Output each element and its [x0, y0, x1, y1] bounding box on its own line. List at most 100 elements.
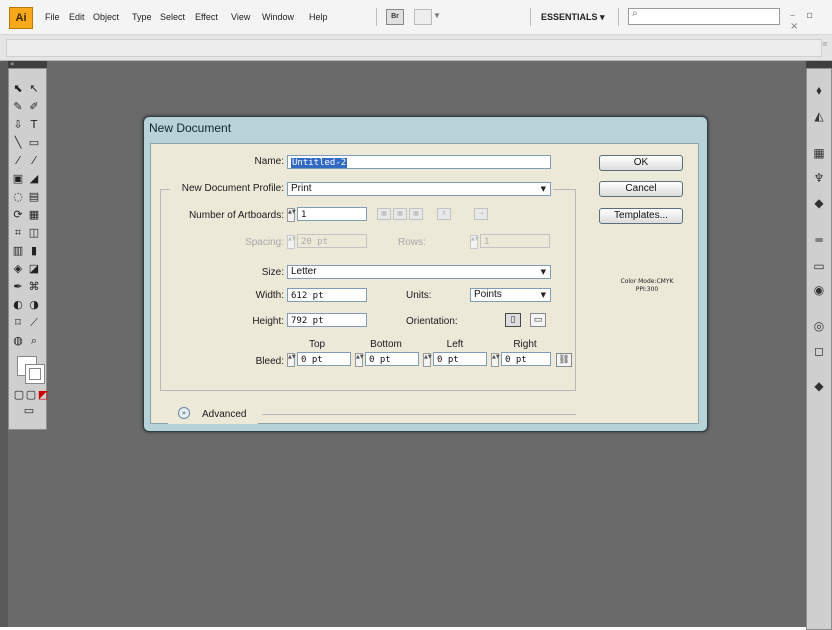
tool-6-1-icon[interactable]: ▤: [27, 190, 41, 204]
tool-12-1-icon[interactable]: ◑: [27, 298, 41, 312]
dock-panel-1-icon[interactable]: ◭: [810, 108, 828, 124]
spacing-stepper[interactable]: ▲▼: [287, 235, 296, 249]
tool-10-1-icon[interactable]: ◪: [27, 262, 41, 276]
grid-by-row-icon[interactable]: ▦: [377, 208, 391, 220]
rows-input[interactable]: 1: [480, 234, 550, 248]
tool-9-0-icon[interactable]: ▥: [11, 244, 25, 258]
tool-9-1-icon[interactable]: ▮: [27, 244, 41, 258]
menu-type[interactable]: Type: [132, 12, 152, 22]
tool-14-1-icon[interactable]: ⌕: [27, 334, 41, 348]
tool-3-1-icon[interactable]: ▭: [27, 136, 41, 150]
arrange-by-row-icon[interactable]: ▦: [409, 208, 423, 220]
dock-panel-3-icon[interactable]: ♆: [810, 170, 828, 186]
tool-13-0-icon[interactable]: ⌑: [11, 316, 25, 330]
bleed-bottom-input[interactable]: 0 pt: [365, 352, 419, 366]
units-select[interactable]: Points ▼: [470, 288, 551, 302]
tool-1-0-icon[interactable]: ✎: [11, 100, 25, 114]
cancel-button[interactable]: Cancel: [599, 181, 683, 197]
chevron-down-icon[interactable]: ▼: [433, 11, 441, 20]
menu-view[interactable]: View: [231, 12, 250, 22]
workspace-switcher[interactable]: ESSENTIALS ▾: [541, 12, 605, 23]
bleed-label: Bleed:: [255, 356, 284, 367]
bleed-bottom-stepper[interactable]: ▲▼: [355, 353, 364, 367]
color-mode-info: Color Mode:CMYK PPI:300: [604, 278, 690, 294]
illustrator-logo[interactable]: Ai: [9, 7, 33, 29]
bleed-top-input[interactable]: 0 pt: [297, 352, 351, 366]
arrange-by-column-icon[interactable]: X: [437, 208, 451, 220]
size-select[interactable]: Letter ▼: [287, 265, 551, 279]
bleed-right-stepper[interactable]: ▲▼: [491, 353, 500, 367]
draw-inside-icon[interactable]: ◩: [36, 388, 50, 402]
tool-13-1-icon[interactable]: ⟋: [27, 316, 41, 330]
portrait-orientation-icon[interactable]: ▯: [505, 313, 521, 327]
tool-0-1-icon[interactable]: ↖: [27, 82, 41, 96]
tool-4-0-icon[interactable]: ⁄: [11, 154, 25, 168]
menu-effect[interactable]: Effect: [195, 12, 218, 22]
bleed-left-stepper[interactable]: ▲▼: [423, 353, 432, 367]
tool-11-1-icon[interactable]: ⌘: [27, 280, 41, 294]
window-controls[interactable]: – ▫ ×: [790, 10, 832, 32]
bleed-left-input[interactable]: 0 pt: [433, 352, 487, 366]
dock-panel-10-icon[interactable]: ◆: [810, 378, 828, 394]
tool-1-1-icon[interactable]: ✐: [27, 100, 41, 114]
templates-button[interactable]: Templates...: [599, 208, 683, 224]
width-input[interactable]: 612 pt: [287, 288, 367, 302]
tool-4-1-icon[interactable]: ⁄: [27, 154, 41, 168]
dock-panel-0-icon[interactable]: ⬧: [810, 82, 828, 98]
artboards-stepper[interactable]: ▲▼: [287, 208, 296, 222]
name-input[interactable]: Untitled-2: [287, 155, 551, 169]
go-to-bridge-button[interactable]: Br: [386, 9, 404, 25]
tool-6-0-icon[interactable]: ◌: [11, 190, 25, 204]
landscape-orientation-icon[interactable]: ▭: [530, 313, 546, 327]
tool-8-0-icon[interactable]: ⌗: [11, 226, 25, 240]
profile-select[interactable]: Print ▼: [287, 182, 551, 196]
advanced-label[interactable]: Advanced: [202, 409, 262, 420]
ok-button[interactable]: OK: [599, 155, 683, 171]
tool-3-0-icon[interactable]: ╲: [11, 136, 25, 150]
tool-5-1-icon[interactable]: ◢: [27, 172, 41, 186]
tool-11-0-icon[interactable]: ✒: [11, 280, 25, 294]
name-label: Name:: [254, 156, 284, 167]
height-input[interactable]: 792 pt: [287, 313, 367, 327]
spacing-input[interactable]: 20 pt: [297, 234, 367, 248]
dock-panel-5-icon[interactable]: ═: [810, 232, 828, 248]
tool-10-0-icon[interactable]: ◈: [11, 262, 25, 276]
menu-object[interactable]: Object: [93, 12, 119, 22]
tool-8-1-icon[interactable]: ◫: [27, 226, 41, 240]
tool-2-1-icon[interactable]: T: [27, 118, 41, 132]
artboards-input[interactable]: 1: [297, 207, 367, 221]
tool-7-0-icon[interactable]: ⟳: [11, 208, 25, 222]
menu-select[interactable]: Select: [160, 12, 185, 22]
tool-7-1-icon[interactable]: ▦: [27, 208, 41, 222]
tool-14-0-icon[interactable]: ◍: [11, 334, 25, 348]
menu-edit[interactable]: Edit: [69, 12, 85, 22]
dialog-title: New Document: [149, 121, 232, 135]
arrange-documents-button[interactable]: [414, 9, 432, 25]
dock-panel-6-icon[interactable]: ▭: [810, 258, 828, 274]
link-bleed-icon[interactable]: ⛓: [556, 353, 572, 367]
rows-stepper[interactable]: ▲▼: [470, 235, 479, 249]
dock-panel-4-icon[interactable]: ◆: [810, 195, 828, 211]
tool-2-0-icon[interactable]: ⇩: [11, 118, 25, 132]
dock-panel-8-icon[interactable]: ◎: [810, 318, 828, 334]
bleed-right-input[interactable]: 0 pt: [501, 352, 551, 366]
tool-5-0-icon[interactable]: ▣: [11, 172, 25, 186]
panel-menu-icon[interactable]: ≡: [822, 40, 828, 48]
tool-0-0-icon[interactable]: ⬉: [11, 82, 25, 96]
search-input[interactable]: [628, 8, 780, 25]
dock-panel-7-icon[interactable]: ◉: [810, 282, 828, 298]
menu-window[interactable]: Window: [262, 12, 294, 22]
menu-file[interactable]: File: [45, 12, 60, 22]
stroke-color-swatch[interactable]: [25, 364, 45, 384]
screen-mode-icon[interactable]: ▭: [22, 404, 36, 418]
tool-12-0-icon[interactable]: ◐: [11, 298, 25, 312]
dock-panel-9-icon[interactable]: ◻: [810, 343, 828, 359]
dock-panel-2-icon[interactable]: ▦: [810, 145, 828, 161]
control-panel-area: [6, 39, 822, 57]
bleed-top-stepper[interactable]: ▲▼: [287, 353, 296, 367]
expand-advanced-icon[interactable]: »: [178, 407, 190, 419]
menu-help[interactable]: Help: [309, 12, 328, 22]
collapse-icon[interactable]: «: [10, 60, 14, 68]
layout-direction-icon[interactable]: ⇢: [474, 208, 488, 220]
grid-by-column-icon[interactable]: ▦: [393, 208, 407, 220]
